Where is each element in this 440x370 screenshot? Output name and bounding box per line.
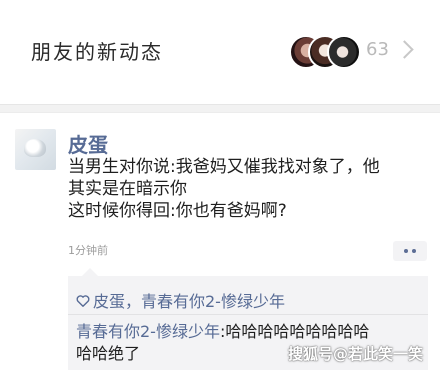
moments-title: 朋友的新动态 <box>31 40 163 64</box>
dot-icon <box>404 249 408 253</box>
commenter-name[interactable]: 青春有你2-惨绿少年 <box>76 322 220 341</box>
moments-count: 63 <box>366 39 389 60</box>
author-avatar[interactable] <box>15 129 56 170</box>
friend-avatar-3 <box>327 35 361 69</box>
feedback-divider <box>68 314 428 315</box>
likes-names: 皮蛋，青春有你2-惨绿少年 <box>93 292 285 311</box>
moments-page: 朋友的新动态 63 皮蛋 当男生对你说:我爸妈又催我找对象了，他 其实是在暗示你… <box>0 0 440 370</box>
post-time: 1分钟前 <box>68 244 108 257</box>
post-content-line: 这时候你得回:你也有爸妈啊? <box>68 201 287 221</box>
post-content-line: 当男生对你说:我爸妈又催我找对象了，他 <box>68 157 380 177</box>
post-author[interactable]: 皮蛋 <box>68 129 108 158</box>
watermark: 搜狐号@若此笑一笑 <box>288 345 424 363</box>
friends-moments-bar[interactable]: 朋友的新动态 63 <box>0 0 440 104</box>
friend-avatars <box>289 35 361 69</box>
likes-row[interactable]: 皮蛋，青春有你2-惨绿少年 <box>76 288 285 312</box>
section-divider <box>0 104 440 113</box>
post-content: 当男生对你说:我爸妈又催我找对象了，他 其实是在暗示你 这时候你得回:你也有爸妈… <box>68 156 428 222</box>
comment-text: 哈哈哈哈哈哈哈哈哈 <box>225 322 370 341</box>
heart-icon <box>76 295 90 307</box>
more-actions-button[interactable] <box>393 241 427 261</box>
post-content-line: 其实是在暗示你 <box>68 179 187 199</box>
dot-icon <box>412 249 416 253</box>
chevron-right-icon <box>395 40 414 59</box>
comment-line: 青春有你2-惨绿少年:哈哈哈哈哈哈哈哈哈 <box>76 321 422 343</box>
